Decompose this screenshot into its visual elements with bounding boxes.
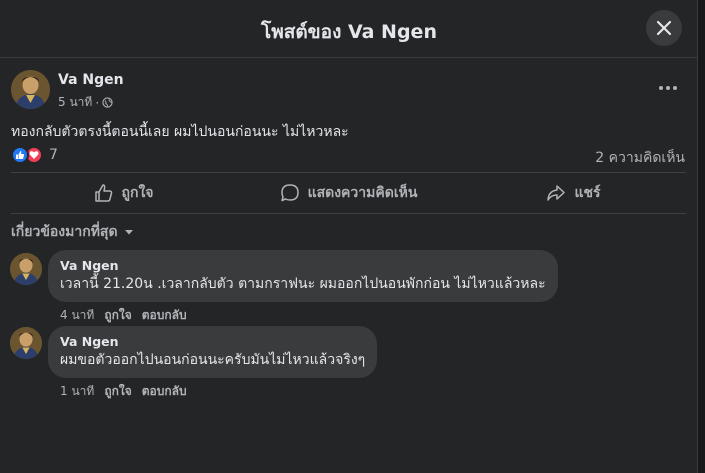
comment-author-avatar[interactable] [10,253,42,285]
like-button-label: ถูกใจ [121,185,154,201]
meta-separator: · [95,95,100,110]
like-button[interactable]: ถูกใจ [11,173,236,213]
comment-text: ผมขอตัวออกไปนอนก่อนนะครับมันไม่ไหวแล้วจร… [60,352,366,368]
comment-author-name[interactable]: Va Ngen [60,334,365,350]
post-author-avatar[interactable] [11,70,50,109]
post-dialog: โพสต์ของ Va Ngen Va Ngen 5 นาที · ทองกลั… [0,0,698,473]
share-button-label: แชร์ [574,185,601,201]
more-dot-icon [673,86,677,90]
sort-label: เกี่ยวข้องมากที่สุด [11,224,118,240]
comment-actions: 1 นาที ถูกใจ ตอบกลับ [60,382,187,401]
comment-button[interactable]: แสดงความคิดเห็น [236,173,461,213]
comments-count-link[interactable]: 2 ความคิดเห็น [595,147,685,169]
more-dot-icon [666,86,670,90]
caret-down-icon [124,230,133,235]
share-arrow-icon [547,185,566,201]
post-meta: 5 นาที · [58,93,113,112]
comment-bubble-icon [280,184,299,202]
share-button[interactable]: แชร์ [461,173,686,213]
comment-author-avatar[interactable] [10,327,42,359]
post-action-bar: ถูกใจ แสดงความคิดเห็น แชร์ [11,172,686,214]
comment-time[interactable]: 1 นาที [60,382,94,401]
dialog-title: โพสต์ของ Va Ngen [261,21,437,43]
comment-bubble: Va Ngen เวลานี้ 21.20น .เวลากลับตัว ตามก… [48,250,558,302]
comment-like-link[interactable]: ถูกใจ [104,306,131,325]
comment-bubble: Va Ngen ผมขอตัวออกไปนอนก่อนนะครับมันไม่ไ… [48,326,378,378]
close-icon [656,20,672,36]
comment-reply-link[interactable]: ตอบกลับ [142,306,187,325]
like-icon [11,146,29,164]
comment-text: เวลานี้ 21.20น .เวลากลับตัว ตามกราฟนะ ผม… [60,276,546,292]
more-dot-icon [659,86,663,90]
post-author-name[interactable]: Va Ngen [58,72,124,88]
reaction-count: 7 [49,147,58,163]
comment-author-name[interactable]: Va Ngen [60,258,546,274]
comment-reply-link[interactable]: ตอบกลับ [142,382,187,401]
globe-icon [102,97,113,108]
comment-actions: 4 นาที ถูกใจ ตอบกลับ [60,306,187,325]
reactions-summary[interactable]: 7 [11,145,58,165]
dialog-header: โพสต์ของ Va Ngen [0,0,698,58]
post-text: ทองกลับตัวตรงนี้ตอนนี้เลย ผมไปนอนก่อนนะ … [11,124,349,140]
post-options-button[interactable] [656,80,680,96]
close-button[interactable] [646,10,682,46]
comment-like-link[interactable]: ถูกใจ [104,382,131,401]
thumbs-up-icon [94,184,112,202]
comment-time[interactable]: 4 นาที [60,306,94,325]
post-time[interactable]: 5 นาที [58,93,92,112]
comment-button-label: แสดงความคิดเห็น [307,185,418,201]
comment-sort-dropdown[interactable]: เกี่ยวข้องมากที่สุด [11,221,134,243]
